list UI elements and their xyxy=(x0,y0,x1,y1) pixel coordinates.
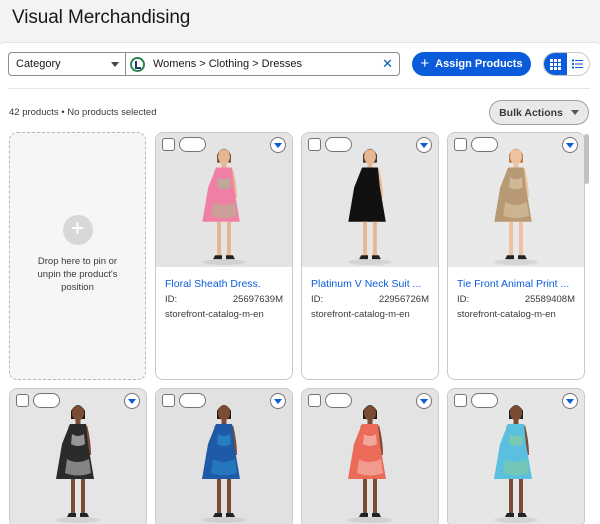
product-image xyxy=(302,389,438,524)
product-id-label: ID: xyxy=(457,294,470,305)
catalog-logo-icon xyxy=(130,56,145,72)
model-figure xyxy=(348,148,392,266)
select-checkbox[interactable] xyxy=(308,138,321,151)
product-catalog: storefront-catalog-m-en xyxy=(457,309,556,320)
product-catalog: storefront-catalog-m-en xyxy=(311,309,410,320)
pin-toggle[interactable] xyxy=(33,393,60,408)
product-card[interactable] xyxy=(301,388,439,524)
chevron-down-icon[interactable] xyxy=(124,393,140,409)
model-figure xyxy=(202,148,246,266)
toolbar-divider xyxy=(8,88,590,89)
product-card[interactable] xyxy=(155,388,293,524)
product-image xyxy=(302,133,438,267)
category-path-text: Womens > Clothing > Dresses xyxy=(153,58,302,70)
product-card[interactable] xyxy=(9,388,147,524)
product-count-text: 42 products • No products selected xyxy=(9,107,157,118)
model-figure xyxy=(56,405,100,523)
product-name-link[interactable]: Tie Front Animal Print ... xyxy=(457,278,575,290)
select-checkbox[interactable] xyxy=(454,138,467,151)
model-figure xyxy=(494,148,538,266)
product-image xyxy=(448,133,584,267)
list-view-button[interactable] xyxy=(567,53,589,75)
chevron-down-icon[interactable] xyxy=(562,393,578,409)
product-id-label: ID: xyxy=(165,294,178,305)
chevron-down-icon xyxy=(111,62,119,67)
select-checkbox[interactable] xyxy=(308,394,321,407)
pin-toggle[interactable] xyxy=(471,137,498,152)
product-image xyxy=(10,389,146,524)
product-card[interactable]: Tie Front Animal Print ... ID: 25589408M … xyxy=(447,132,585,380)
category-select[interactable]: Category xyxy=(8,52,126,76)
pin-toggle[interactable] xyxy=(325,137,352,152)
scrollbar-thumb[interactable] xyxy=(584,134,589,184)
product-image xyxy=(156,389,292,524)
grid-icon xyxy=(549,58,561,70)
pin-toggle[interactable] xyxy=(179,137,206,152)
select-checkbox[interactable] xyxy=(162,138,175,151)
product-image xyxy=(156,133,292,267)
select-checkbox[interactable] xyxy=(454,394,467,407)
model-figure xyxy=(348,405,392,523)
drop-zone-text: Drop here to pin or unpin the product's … xyxy=(37,255,118,293)
product-id: 22956726M xyxy=(378,294,429,305)
view-toggle xyxy=(543,52,590,76)
pin-toggle[interactable] xyxy=(179,393,206,408)
list-icon xyxy=(572,59,584,69)
pin-drop-zone[interactable]: + Drop here to pin or unpin the product'… xyxy=(9,132,146,380)
model-figure xyxy=(202,405,246,523)
page-title: Visual Merchandising xyxy=(12,7,191,28)
chevron-down-icon xyxy=(570,110,579,115)
product-name-link[interactable]: Floral Sheath Dress. xyxy=(165,278,283,290)
product-card[interactable] xyxy=(447,388,585,524)
bulk-actions-label: Bulk Actions xyxy=(499,106,563,119)
pin-toggle[interactable] xyxy=(325,393,352,408)
chevron-down-icon[interactable] xyxy=(416,393,432,409)
plus-icon: + xyxy=(420,55,430,72)
select-checkbox[interactable] xyxy=(162,394,175,407)
assign-products-label: Assign Products xyxy=(435,58,523,70)
product-card[interactable]: Floral Sheath Dress. ID: 25697639M storef… xyxy=(155,132,293,380)
product-id-label: ID: xyxy=(311,294,324,305)
chevron-down-icon[interactable] xyxy=(562,137,578,153)
plus-icon: + xyxy=(62,214,93,245)
product-id: 25697639M xyxy=(232,294,283,305)
close-icon[interactable]: ✕ xyxy=(382,57,393,71)
product-id: 25589408M xyxy=(524,294,575,305)
product-image xyxy=(448,389,584,524)
select-checkbox[interactable] xyxy=(16,394,29,407)
chevron-down-icon[interactable] xyxy=(270,393,286,409)
product-card[interactable]: Platinum V Neck Suit ... ID: 22956726M st… xyxy=(301,132,439,380)
category-path-input[interactable]: Womens > Clothing > Dresses ✕ xyxy=(126,52,400,76)
bulk-actions-button[interactable]: Bulk Actions xyxy=(489,100,589,125)
assign-products-button[interactable]: + Assign Products xyxy=(412,52,531,76)
grid-view-button[interactable] xyxy=(544,53,567,75)
product-catalog: storefront-catalog-m-en xyxy=(165,309,264,320)
chevron-down-icon[interactable] xyxy=(416,137,432,153)
product-name-link[interactable]: Platinum V Neck Suit ... xyxy=(311,278,429,290)
category-select-label: Category xyxy=(16,58,61,70)
pin-toggle[interactable] xyxy=(471,393,498,408)
scrollbar[interactable] xyxy=(582,132,590,524)
model-figure xyxy=(494,405,538,523)
chevron-down-icon[interactable] xyxy=(270,137,286,153)
